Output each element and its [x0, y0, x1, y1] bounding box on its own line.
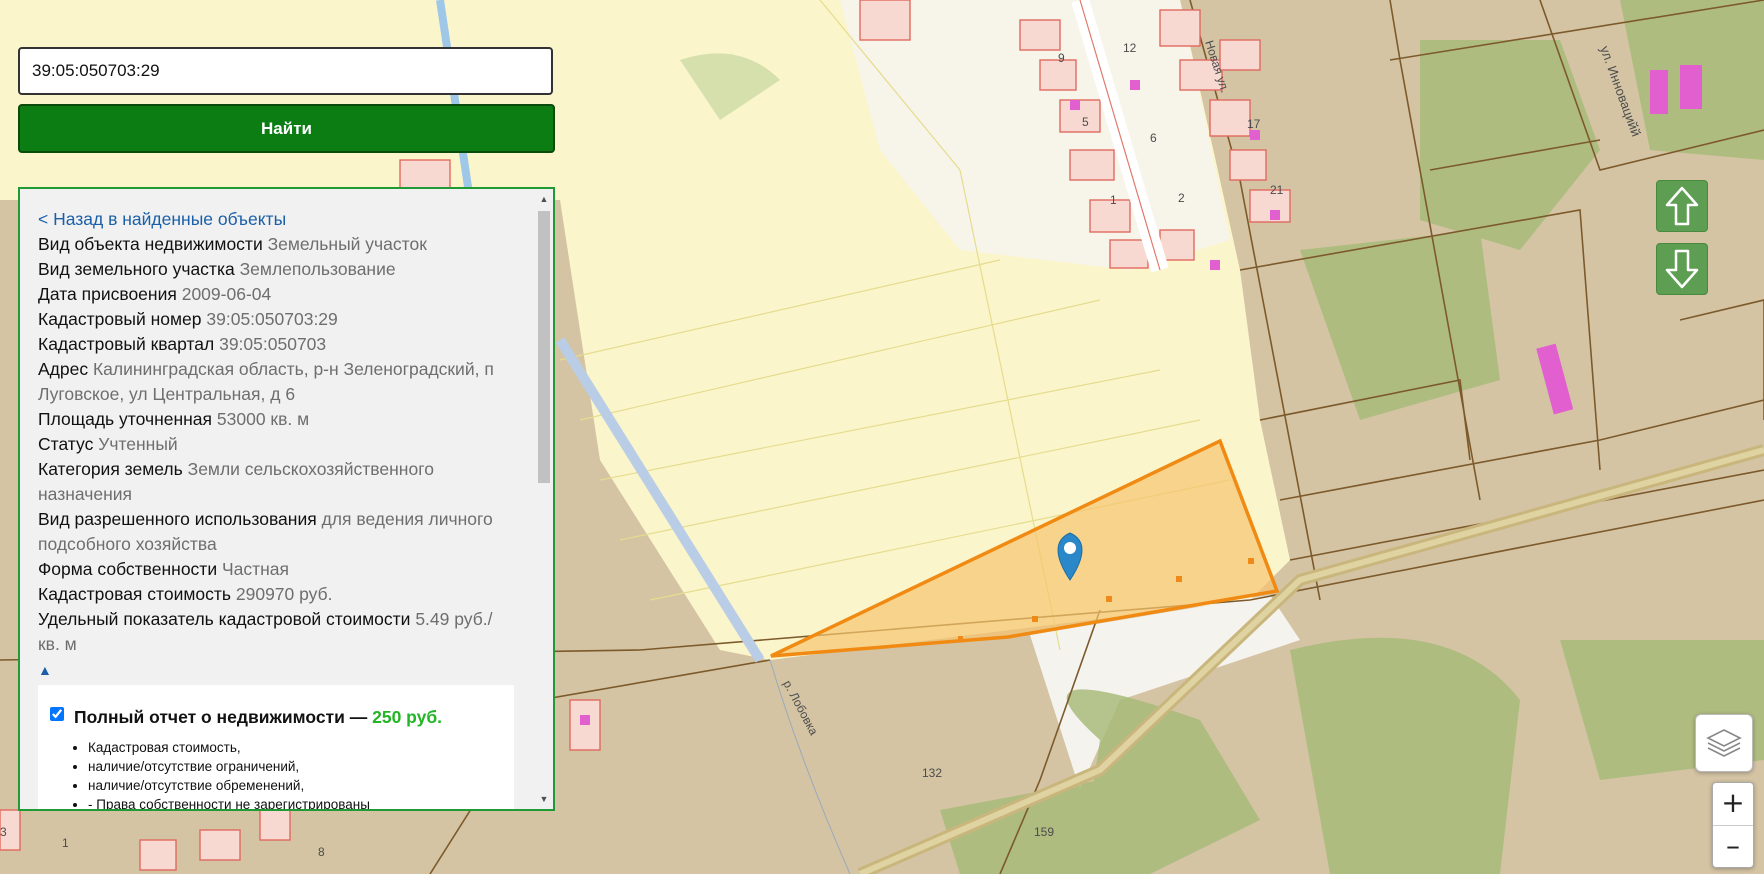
- property-value: Калининградская область, р-н Зеленоградс…: [38, 359, 494, 404]
- report-offer: Полный отчет о недвижимости — 250 руб. К…: [38, 685, 514, 809]
- property-value: 39:05:050703: [219, 334, 327, 354]
- property-row: Кадастровый номер 39:05:050703:29: [38, 307, 535, 332]
- property-value: Земельный участок: [267, 234, 427, 254]
- property-row: Кадастровый квартал 39:05:050703: [38, 332, 535, 357]
- property-value: Учтенный: [98, 434, 178, 454]
- property-label: Дата присвоения: [38, 284, 177, 304]
- house-number: 5: [1082, 115, 1089, 129]
- property-row: Вид разрешенного использования для веден…: [38, 507, 535, 557]
- layers-icon: [1706, 729, 1742, 757]
- property-row: Форма собственности Частная: [38, 557, 535, 582]
- property-row: Категория земель Земли сельскохозяйствен…: [38, 457, 535, 507]
- scroll-up-arrow-icon[interactable]: ▲: [538, 193, 550, 205]
- back-to-results-link[interactable]: < Назад в найденные объекты: [38, 207, 535, 232]
- report-price: 250 руб.: [372, 707, 443, 727]
- report-item: наличие/отсутствие ограничений,: [88, 757, 502, 776]
- report-items: Кадастровая стоимость, наличие/отсутстви…: [50, 738, 502, 809]
- house-number: 8: [318, 845, 325, 859]
- property-label: Вид разрешенного использования: [38, 509, 317, 529]
- property-row: Адрес Калининградская область, р-н Зелен…: [38, 357, 535, 407]
- house-number: 9: [1058, 51, 1065, 65]
- property-value: 53000 кв. м: [216, 409, 310, 429]
- property-row: Статус Учтенный: [38, 432, 535, 457]
- property-value: Землепользование: [239, 259, 396, 279]
- find-button[interactable]: Найти: [18, 104, 555, 153]
- property-label: Форма собственности: [38, 559, 218, 579]
- property-value: 39:05:050703:29: [206, 309, 338, 329]
- report-checkbox[interactable]: [50, 707, 64, 721]
- property-label: Кадастровый квартал: [38, 334, 215, 354]
- property-label: Адрес: [38, 359, 89, 379]
- report-item: наличие/отсутствие обременений,: [88, 776, 502, 795]
- house-number: 132: [922, 766, 942, 780]
- panel-content: < Назад в найденные объекты Вид объекта …: [20, 189, 535, 809]
- report-title-text: Полный отчет о недвижимости —: [74, 707, 373, 727]
- property-value: Частная: [221, 559, 290, 579]
- zoom-control: + –: [1712, 782, 1754, 868]
- move-up-button[interactable]: [1656, 180, 1708, 232]
- collapse-up-icon[interactable]: ▲: [38, 661, 535, 679]
- property-label: Площадь уточненная: [38, 409, 213, 429]
- report-item: - Права собственности не зарегистрирован…: [88, 795, 502, 809]
- property-row: Площадь уточненная 53000 кв. м: [38, 407, 535, 432]
- house-number: 17: [1247, 117, 1261, 131]
- property-label: Удельный показатель кадастровой стоимост…: [38, 609, 411, 629]
- layers-button[interactable]: [1695, 714, 1753, 772]
- arrow-up-icon: [1665, 186, 1699, 226]
- house-number: 12: [1123, 41, 1137, 55]
- search-input[interactable]: [18, 47, 553, 95]
- property-row: Вид земельного участка Землепользование: [38, 257, 535, 282]
- house-number: 21: [1270, 183, 1284, 197]
- property-label: Кадастровый номер: [38, 309, 202, 329]
- panel-scrollbar[interactable]: ▲ ▼: [535, 189, 553, 809]
- property-label: Вид земельного участка: [38, 259, 235, 279]
- object-info-panel: < Назад в найденные объекты Вид объекта …: [18, 187, 555, 811]
- property-row: Вид объекта недвижимости Земельный участ…: [38, 232, 535, 257]
- property-value: 2009-06-04: [181, 284, 272, 304]
- house-number: 159: [1034, 825, 1054, 839]
- scroll-down-arrow-icon[interactable]: ▼: [538, 793, 550, 805]
- property-value: 290970 руб.: [235, 584, 333, 604]
- report-title: Полный отчет о недвижимости — 250 руб.: [50, 707, 502, 728]
- zoom-in-button[interactable]: +: [1713, 783, 1753, 826]
- property-row: Кадастровая стоимость 290970 руб.: [38, 582, 535, 607]
- house-number: 2: [1178, 191, 1185, 205]
- scroll-thumb[interactable]: [538, 211, 550, 483]
- zoom-out-button[interactable]: –: [1713, 826, 1753, 868]
- property-label: Вид объекта недвижимости: [38, 234, 263, 254]
- arrow-down-icon: [1665, 249, 1699, 289]
- move-down-button[interactable]: [1656, 243, 1708, 295]
- property-label: Статус: [38, 434, 94, 454]
- house-number: 1: [1110, 193, 1117, 207]
- property-row: Дата присвоения 2009-06-04: [38, 282, 535, 307]
- house-number: 1: [62, 836, 69, 850]
- property-label: Кадастровая стоимость: [38, 584, 231, 604]
- report-item: Кадастровая стоимость,: [88, 738, 502, 757]
- property-label: Категория земель: [38, 459, 183, 479]
- house-number: 6: [1150, 131, 1157, 145]
- property-row: Удельный показатель кадастровой стоимост…: [38, 607, 535, 657]
- house-number: 3: [0, 825, 7, 839]
- property-attributes: Вид объекта недвижимости Земельный участ…: [38, 232, 535, 657]
